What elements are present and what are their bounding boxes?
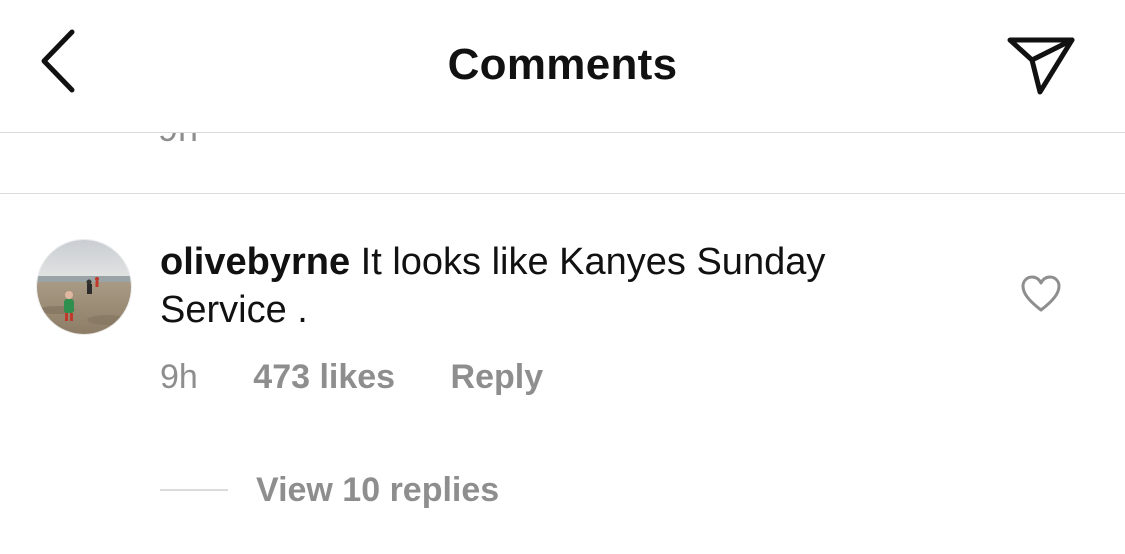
- comment-meta: 9h 473 likes Reply: [160, 358, 589, 397]
- comment-likes[interactable]: 473 likes: [253, 358, 395, 397]
- page-title: Comments: [447, 40, 678, 89]
- replies-divider: [160, 489, 228, 491]
- paper-plane-icon: [1007, 37, 1075, 95]
- view-replies-label: View 10 replies: [256, 470, 500, 509]
- previous-comment: 9h: [0, 132, 1125, 194]
- avatar[interactable]: [37, 240, 131, 334]
- heart-outline-icon: [1021, 275, 1061, 312]
- comment-item: olivebyrne It looks like Kanyes Sunday S…: [0, 194, 1125, 554]
- share-button[interactable]: [1002, 30, 1080, 100]
- comment-body: olivebyrne It looks like Kanyes Sunday S…: [160, 238, 960, 334]
- comment-time: 9h: [160, 358, 198, 396]
- previous-comment-time: 9h: [158, 132, 198, 150]
- view-replies-button[interactable]: View 10 replies: [160, 468, 499, 512]
- comment-username[interactable]: olivebyrne: [160, 241, 350, 283]
- like-button[interactable]: [1020, 274, 1062, 314]
- reply-button[interactable]: Reply: [451, 358, 544, 397]
- avatar-photo: [37, 240, 131, 334]
- comments-header: Comments: [0, 0, 1125, 133]
